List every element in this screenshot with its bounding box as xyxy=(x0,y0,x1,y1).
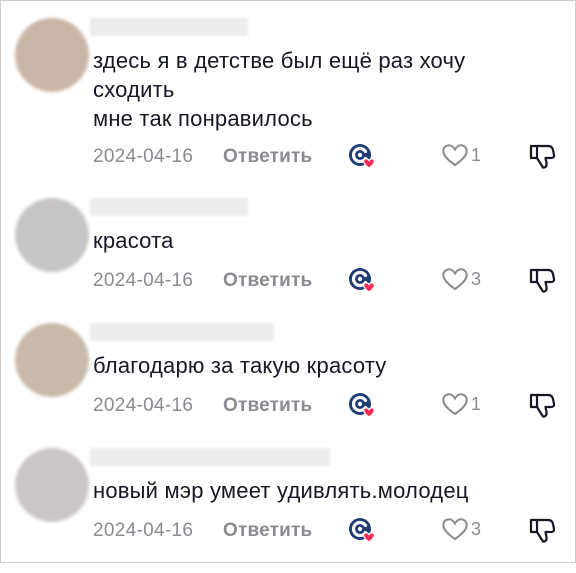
comment-item: здесь я в детстве был ещё раз хочу сходи… xyxy=(1,18,576,169)
comment-date: 2024-04-16 xyxy=(93,270,194,291)
avatar[interactable] xyxy=(15,18,89,92)
like-button[interactable]: 3 xyxy=(441,516,501,544)
like-count: 1 xyxy=(471,394,482,414)
sticker-react-icon[interactable] xyxy=(347,391,377,419)
thumbs-down-icon[interactable] xyxy=(527,142,557,170)
reply-button[interactable]: Ответить xyxy=(223,395,312,417)
like-count: 3 xyxy=(471,269,482,289)
like-button[interactable]: 1 xyxy=(441,142,501,170)
like-count: 1 xyxy=(471,145,482,165)
like-count: 3 xyxy=(471,519,482,539)
reply-button[interactable]: Ответить xyxy=(223,520,312,542)
comment-text: красота xyxy=(93,228,174,253)
thumbs-down-icon[interactable] xyxy=(527,266,557,294)
comment-date: 2024-04-16 xyxy=(93,395,194,416)
like-button[interactable]: 1 xyxy=(441,391,501,419)
comments-panel: здесь я в детстве был ещё раз хочу сходи… xyxy=(0,0,576,563)
reply-button[interactable]: Ответить xyxy=(223,146,312,168)
sticker-react-icon[interactable] xyxy=(347,516,377,544)
comment-date: 2024-04-16 xyxy=(93,146,194,167)
comment-text: благодарю за такую красоту xyxy=(93,353,387,378)
avatar[interactable] xyxy=(15,448,89,522)
username-redacted xyxy=(90,198,248,216)
sticker-react-icon[interactable] xyxy=(347,142,377,170)
comment-item: новый мэр умеет удивлять.молодец 2024-04… xyxy=(1,448,576,573)
comment-item: красота 2024-04-16 Ответить 3 xyxy=(1,198,576,323)
thumbs-down-icon[interactable] xyxy=(527,516,557,544)
comment-item: благодарю за такую красоту 2024-04-16 От… xyxy=(1,323,576,448)
comment-date: 2024-04-16 xyxy=(93,520,194,541)
username-redacted xyxy=(90,448,330,466)
avatar[interactable] xyxy=(15,323,89,397)
sticker-react-icon[interactable] xyxy=(347,266,377,294)
username-redacted xyxy=(90,18,248,36)
reply-button[interactable]: Ответить xyxy=(223,270,312,292)
username-redacted xyxy=(90,323,274,341)
avatar[interactable] xyxy=(15,198,89,272)
comment-text: здесь я в детстве был ещё раз хочу сходи… xyxy=(93,48,466,131)
like-button[interactable]: 3 xyxy=(441,266,501,294)
comment-text: новый мэр умеет удивлять.молодец xyxy=(93,478,469,503)
thumbs-down-icon[interactable] xyxy=(527,391,557,419)
